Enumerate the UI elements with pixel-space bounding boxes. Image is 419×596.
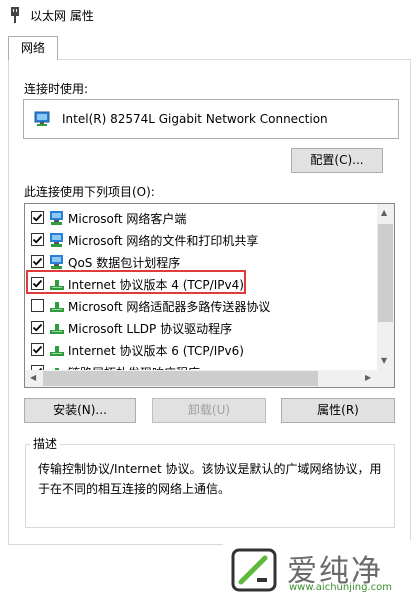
description-title: 描述	[30, 435, 61, 452]
vertical-scroll-thumb[interactable]	[378, 224, 393, 322]
window-title: 以太网 属性	[30, 9, 94, 23]
adapter-name: Intel(R) 82574L Gigabit Network Connecti…	[62, 112, 328, 126]
configure-button[interactable]: 配置(C)...	[291, 148, 383, 173]
item-checkbox[interactable]	[31, 255, 44, 268]
items-label: 此连接使用下列项目(O):	[24, 185, 155, 199]
item-checkbox[interactable]	[31, 321, 44, 334]
install-button[interactable]: 安装(N)...	[24, 398, 136, 423]
vertical-scrollbar[interactable]: ▲ ▼	[377, 204, 394, 370]
network-adapter-icon	[34, 111, 50, 126]
brand-logo-icon	[231, 548, 277, 592]
list-item-label: Microsoft 网络的文件和打印机共享	[68, 234, 259, 248]
connect-using-label: 连接时使用:	[24, 82, 89, 96]
tab-network[interactable]: 网络	[8, 36, 58, 60]
list-item-label: Internet 协议版本 6 (TCP/IPv6)	[68, 344, 244, 358]
list-item[interactable]: Microsoft LLDP 协议驱动程序	[25, 317, 378, 339]
item-checkbox[interactable]	[31, 343, 44, 356]
item-checkbox[interactable]	[31, 233, 44, 246]
horizontal-scroll-thumb[interactable]	[43, 371, 318, 386]
list-item[interactable]: Microsoft 网络适配器多路传送器协议	[25, 295, 378, 317]
horizontal-scrollbar[interactable]: ◀ ▶	[25, 370, 378, 387]
adapter-display: Intel(R) 82574L Gigabit Network Connecti…	[23, 99, 399, 139]
list-item-label: Microsoft 网络适配器多路传送器协议	[68, 300, 271, 314]
network-properties-icon	[11, 7, 19, 23]
scroll-right-icon[interactable]: ▶	[365, 373, 371, 382]
item-checkbox[interactable]	[31, 211, 44, 224]
properties-button[interactable]: 属性(R)	[281, 398, 395, 423]
protocol-icon	[50, 346, 64, 356]
list-item-label: QoS 数据包计划程序	[68, 256, 181, 270]
list-item-label: Microsoft 网络客户端	[68, 212, 187, 226]
file-printer-sharing-icon	[50, 233, 63, 247]
list-item[interactable]: 链路层拓扑发现响应程序	[25, 361, 378, 370]
protocol-icon	[50, 302, 64, 312]
list-item[interactable]: Microsoft 网络客户端	[25, 207, 378, 229]
qos-icon	[50, 255, 63, 269]
description-text: 传输控制协议/Internet 协议。该协议是默认的广域网络协议，用于在不同的相…	[38, 462, 382, 496]
title-bar: 以太网 属性	[0, 0, 419, 30]
network-client-icon	[50, 211, 63, 225]
components-list[interactable]: Microsoft 网络客户端 Microsoft 网络的文件和打印机共享 QoS …	[24, 203, 395, 388]
list-item-label: Microsoft LLDP 协议驱动程序	[68, 322, 233, 336]
brand-url: www.aichunjing.com	[289, 582, 392, 593]
watermark: 爱纯净 www.aichunjing.com	[223, 540, 419, 596]
item-checkbox[interactable]	[31, 299, 44, 312]
uninstall-button[interactable]: 卸载(U)	[152, 398, 266, 423]
list-item[interactable]: Microsoft 网络的文件和打印机共享	[25, 229, 378, 251]
tab-strip: 网络	[8, 36, 411, 60]
scroll-left-icon[interactable]: ◀	[30, 373, 36, 382]
scrollbar-corner	[377, 370, 394, 387]
selection-highlight-box	[26, 270, 246, 294]
scroll-up-icon[interactable]: ▲	[381, 208, 387, 217]
scroll-down-icon[interactable]: ▼	[381, 356, 387, 365]
list-item[interactable]: Internet 协议版本 6 (TCP/IPv6)	[25, 339, 378, 361]
protocol-icon	[50, 324, 64, 334]
